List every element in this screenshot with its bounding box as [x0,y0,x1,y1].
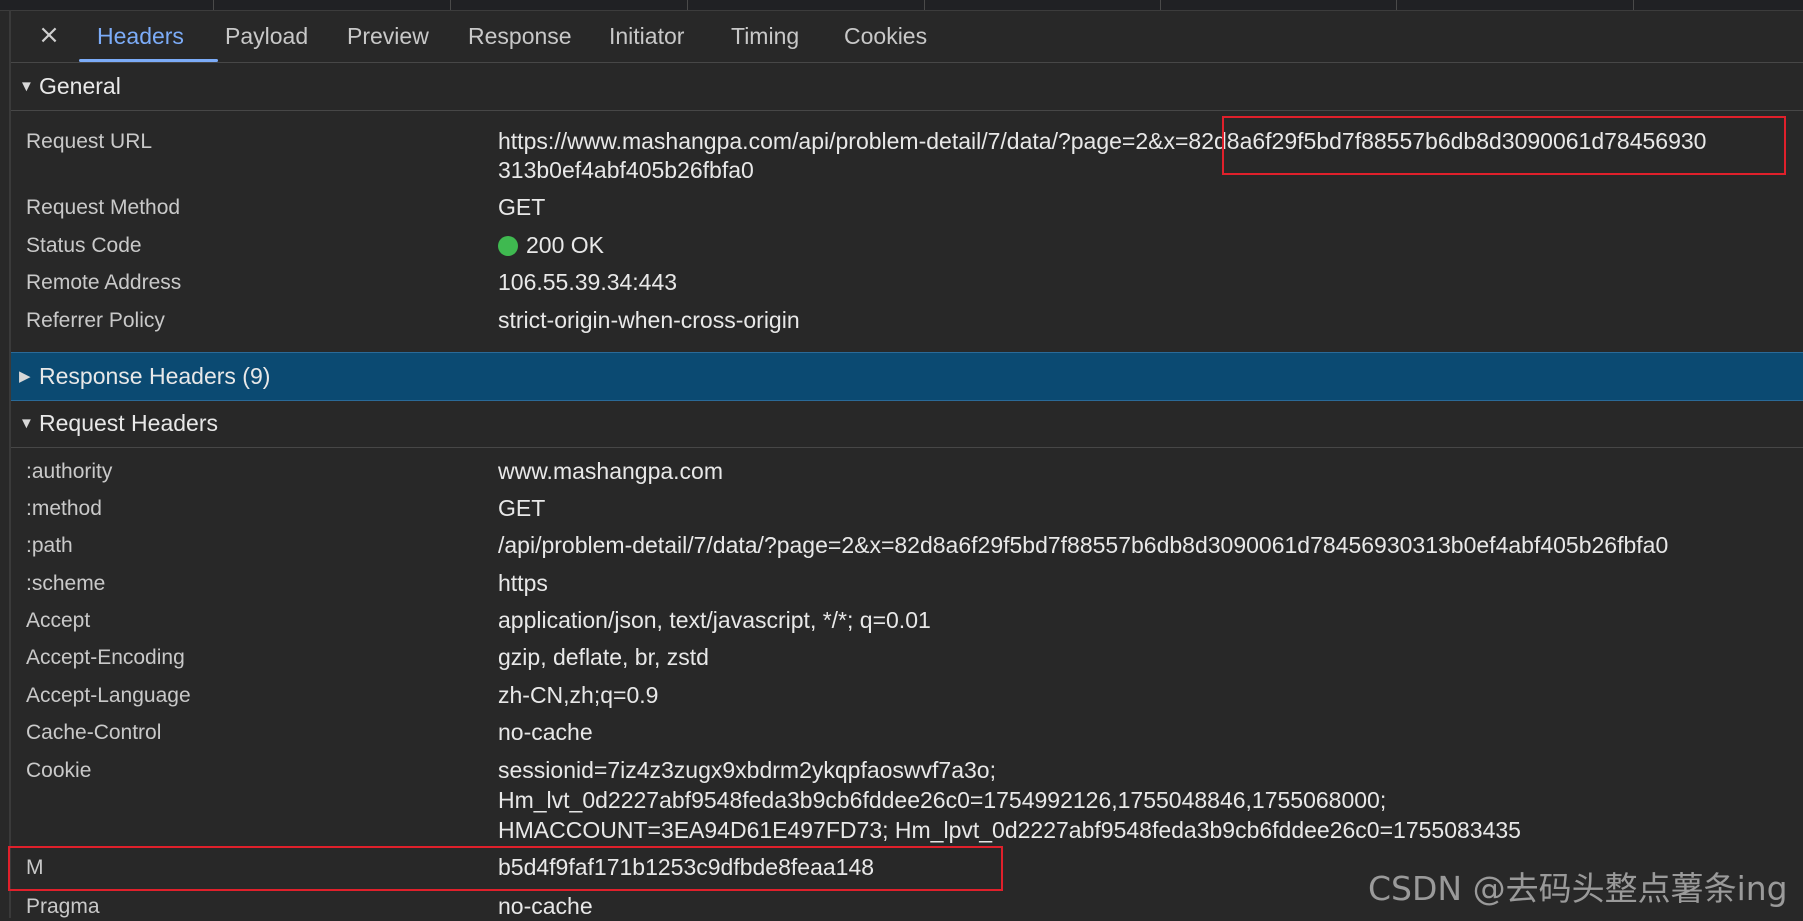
strip-divider [924,0,925,10]
header-key: Accept-Encoding [26,646,185,669]
status-code-value-wrap: 200 OK [498,231,604,260]
section-request-headers-title: Request Headers [39,410,218,436]
header-value: www.mashangpa.com [498,458,723,484]
header-value: GET [498,495,546,521]
watermark: CSDN @去码头整点薯条ing [1368,869,1788,908]
section-general[interactable]: ▼ General [11,63,1803,111]
section-response-headers-title: Response Headers (9) [39,363,271,389]
strip-divider [213,0,214,10]
strip-divider [450,0,451,10]
header-key: Cache-Control [26,721,162,744]
remote-address-label: Remote Address [26,271,182,294]
header-key: :authority [26,460,113,483]
request-method-value: GET [498,194,546,220]
highlight-box-m-header [8,846,1003,891]
strip-divider [1633,0,1634,10]
highlight-box-url-param [1222,116,1786,175]
detail-tab-bar: × Headers Payload Preview Response Initi… [11,11,1803,63]
header-key: :method [26,497,102,520]
active-tab-indicator [79,59,218,62]
header-key: Accept-Language [26,684,191,707]
header-value: gzip, deflate, br, zstd [498,644,709,670]
tab-headers[interactable]: Headers [97,23,184,50]
triangle-right-icon: ▶ [19,368,31,385]
cookie-value-line1: sessionid=7iz4z3zugx9xbdrm2ykqpfaoswvf7a… [498,757,996,783]
tab-payload[interactable]: Payload [225,23,308,50]
referrer-policy-value: strict-origin-when-cross-origin [498,307,800,333]
pragma-label: Pragma [26,895,100,918]
remote-address-value: 106.55.39.34:443 [498,269,678,295]
section-response-headers[interactable]: ▶ Response Headers (9) [11,352,1803,401]
header-key: :scheme [26,572,106,595]
header-value: application/json, text/javascript, */*; … [498,607,931,633]
header-value: zh-CN,zh;q=0.9 [498,682,659,708]
strip-divider [687,0,688,10]
status-code-value: 200 OK [526,232,604,258]
triangle-down-icon: ▼ [19,415,34,432]
cookie-value-line2: Hm_lvt_0d2227abf9548feda3b9cb6fddee26c0=… [498,787,1387,813]
referrer-policy-label: Referrer Policy [26,309,165,332]
header-key: :path [26,534,73,557]
triangle-down-icon: ▼ [19,78,34,95]
header-value: no-cache [498,719,593,745]
tab-preview[interactable]: Preview [347,23,429,50]
request-url-label: Request URL [26,130,153,153]
cookie-value-line3: HMACCOUNT=3EA94D61E497FD73; Hm_lpvt_0d22… [498,817,1521,843]
request-method-label: Request Method [26,196,181,219]
request-url-value-line2: 313b0ef4abf405b26fbfa0 [498,157,754,183]
strip-divider [1396,0,1397,10]
section-general-title: General [39,73,121,99]
top-strip [0,0,1803,11]
close-icon[interactable]: × [37,21,61,49]
tab-cookies[interactable]: Cookies [844,23,927,50]
tab-response[interactable]: Response [468,23,572,50]
panel-left-border [9,10,11,918]
header-value: /api/problem-detail/7/data/?page=2&x=82d… [498,532,1669,558]
section-request-headers[interactable]: ▼ Request Headers [11,400,1803,448]
status-dot-icon [498,236,518,256]
header-key: Accept [26,609,91,632]
tab-initiator[interactable]: Initiator [609,23,684,50]
status-code-label: Status Code [26,234,142,257]
strip-divider [1160,0,1161,10]
header-value: https [498,570,548,596]
pragma-value: no-cache [498,893,593,919]
cookie-label: Cookie [26,759,92,782]
tab-timing[interactable]: Timing [731,23,799,50]
